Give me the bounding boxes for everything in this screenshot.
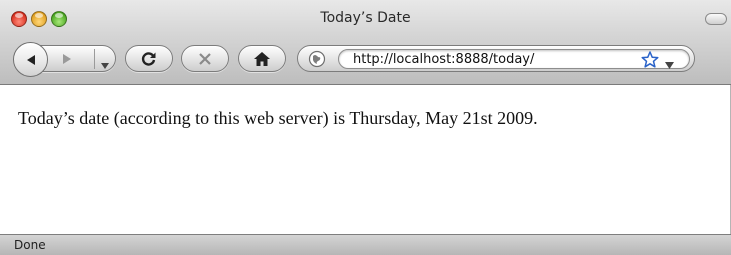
toolbar-toggle-button[interactable]: [705, 13, 727, 25]
triangle-down-icon: [665, 62, 674, 69]
chevron-down-icon: [101, 63, 109, 69]
date-message: Today’s date (according to this web serv…: [18, 108, 538, 128]
forward-arrow-icon: [63, 54, 71, 64]
url-field[interactable]: http://localhost:8888/today/: [338, 49, 690, 69]
back-arrow-icon: [26, 54, 35, 65]
browser-toolbar: Today’s Date http://localhost:8888/today…: [0, 0, 731, 85]
address-bar: http://localhost:8888/today/: [297, 45, 695, 72]
url-text: http://localhost:8888/today/: [353, 52, 535, 67]
back-forward-group: [13, 42, 116, 77]
stop-button[interactable]: [181, 45, 229, 72]
reload-icon: [141, 51, 156, 66]
address-menu-button[interactable]: [665, 56, 674, 74]
window-title: Today’s Date: [320, 10, 411, 26]
forward-button[interactable]: [60, 52, 74, 71]
star-icon: [641, 51, 659, 68]
globe-icon: [308, 50, 326, 68]
reload-button[interactable]: [125, 45, 173, 72]
back-button[interactable]: [13, 42, 48, 77]
stop-x-icon: [199, 52, 211, 65]
bookmark-button[interactable]: [641, 51, 659, 73]
page-content: Today’s date (according to this web serv…: [0, 86, 731, 234]
home-icon: [254, 51, 270, 66]
home-button[interactable]: [238, 45, 286, 72]
browser-window: Today’s Date http://localhost:8888/today…: [0, 0, 731, 255]
history-dropdown-button[interactable]: [101, 56, 109, 74]
status-text: Done: [14, 238, 46, 252]
toolbar-divider: [94, 49, 95, 69]
status-bar: Done: [0, 234, 731, 255]
site-info-button[interactable]: [308, 50, 326, 73]
